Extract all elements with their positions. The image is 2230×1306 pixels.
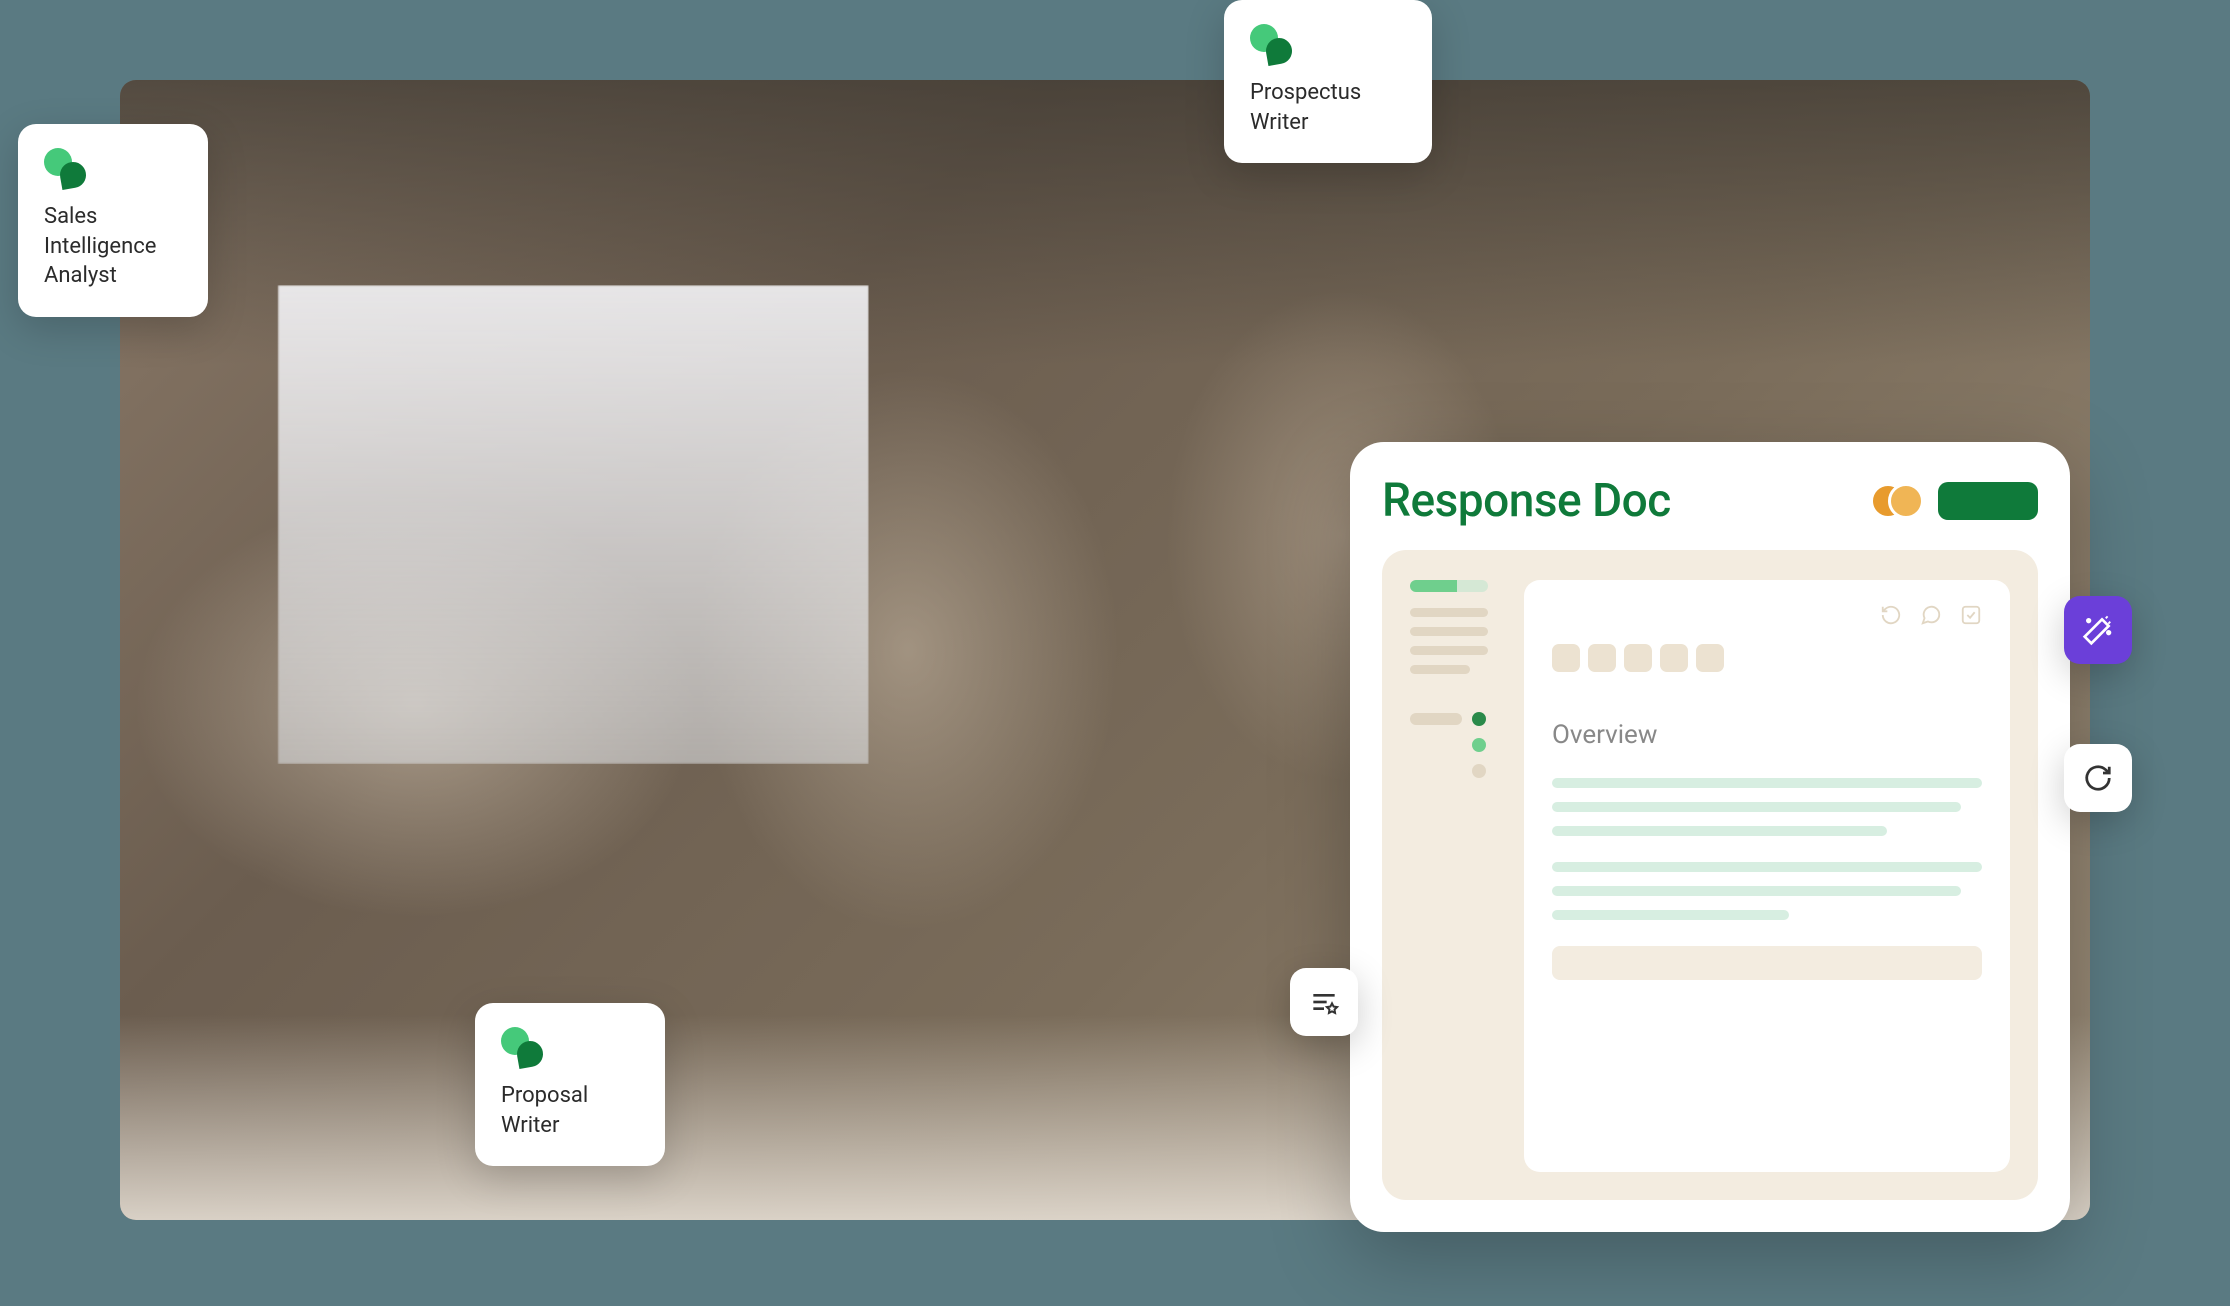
comment-icon[interactable] <box>1920 604 1942 626</box>
refresh-icon <box>2083 763 2113 793</box>
tool-card-label: Prospectus Writer <box>1250 78 1406 137</box>
format-chip[interactable] <box>1552 644 1580 672</box>
status-dot-icon <box>1472 738 1486 752</box>
outline-item[interactable] <box>1410 608 1488 617</box>
outline-status-row[interactable] <box>1410 764 1498 778</box>
refresh-button[interactable] <box>2064 744 2132 812</box>
doc-outline-sidebar <box>1410 580 1498 1172</box>
paragraph-placeholder <box>1552 778 1982 836</box>
primary-action-button[interactable] <box>1938 482 2038 520</box>
tool-card-prospectus-writer[interactable]: Prospectus Writer <box>1224 0 1432 163</box>
format-chip[interactable] <box>1696 644 1724 672</box>
paragraph-placeholder <box>1552 862 1982 920</box>
list-starred-icon <box>1308 986 1340 1018</box>
checkbox-icon[interactable] <box>1960 604 1982 626</box>
format-chip[interactable] <box>1660 644 1688 672</box>
outline-status-row[interactable] <box>1410 738 1498 752</box>
doc-input[interactable] <box>1552 946 1982 980</box>
magic-wand-icon <box>2082 614 2114 646</box>
outline-item[interactable] <box>1410 646 1488 655</box>
brand-logo-icon <box>44 148 90 188</box>
doc-title: Response Doc <box>1382 474 1671 528</box>
undo-icon[interactable] <box>1880 604 1902 626</box>
doc-page: Overview <box>1524 580 2010 1172</box>
brand-logo-icon <box>501 1027 547 1067</box>
highlights-button[interactable] <box>1290 968 1358 1036</box>
tool-card-proposal-writer[interactable]: Proposal Writer <box>475 1003 665 1166</box>
outline-item[interactable] <box>1410 627 1488 636</box>
section-title: Overview <box>1552 720 1982 750</box>
outline-item[interactable] <box>1410 665 1470 674</box>
tool-card-label: Sales Intelligence Analyst <box>44 202 182 291</box>
doc-body: Overview <box>1382 550 2038 1200</box>
doc-header-actions <box>1870 482 2038 520</box>
avatar <box>1888 483 1924 519</box>
ai-magic-button[interactable] <box>2064 596 2132 664</box>
presence-avatars[interactable] <box>1870 483 1924 519</box>
outline-status-row[interactable] <box>1410 712 1498 726</box>
tool-card-sales-intelligence[interactable]: Sales Intelligence Analyst <box>18 124 208 317</box>
format-toolbar <box>1552 644 1982 672</box>
status-dot-icon <box>1472 764 1486 778</box>
brand-logo-icon <box>1250 24 1296 64</box>
doc-header: Response Doc <box>1382 474 2038 528</box>
status-dot-icon <box>1472 712 1486 726</box>
format-chip[interactable] <box>1588 644 1616 672</box>
response-doc-panel: Response Doc <box>1350 442 2070 1232</box>
format-chip[interactable] <box>1624 644 1652 672</box>
tool-card-label: Proposal Writer <box>501 1081 639 1140</box>
outline-progress-bar <box>1410 580 1488 592</box>
